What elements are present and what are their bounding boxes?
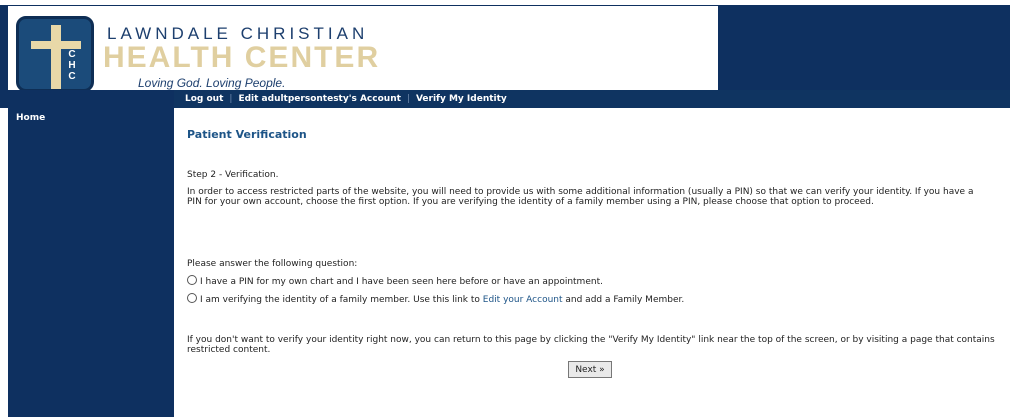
tagline: Loving God. Loving People. [138, 76, 286, 90]
header-logo-area: C H C LAWNDALE CHRISTIAN HEALTH CENTER L… [8, 6, 718, 92]
option-family-suffix: and add a Family Member. [565, 295, 685, 305]
radio-family-member[interactable] [187, 293, 197, 303]
verify-identity-link[interactable]: Verify My Identity [416, 90, 507, 108]
cross-logo: C H C [16, 16, 94, 92]
logout-link[interactable]: Log out [185, 90, 223, 108]
cross-vertical [51, 25, 61, 89]
edit-account-link[interactable]: Edit adultpersontesty's Account [238, 90, 400, 108]
sidebar-item-home[interactable]: Home [16, 113, 45, 123]
step-label: Step 2 - Verification. [187, 170, 279, 180]
footer-note: If you don't want to verify your identit… [187, 335, 995, 355]
nav-left-band [0, 90, 174, 108]
nav-separator: | [406, 94, 410, 104]
sidebar: Home [8, 108, 174, 417]
nav-separator: | [229, 94, 233, 104]
intro-text: In order to access restricted parts of t… [187, 187, 974, 207]
option-own-pin[interactable]: I have a PIN for my own chart and I have… [187, 275, 603, 287]
logo-letters: C H C [67, 49, 77, 82]
question-label: Please answer the following question: [187, 259, 358, 269]
cross-horizontal [31, 41, 81, 49]
edit-account-inline-link[interactable]: Edit your Account [483, 295, 563, 305]
page-title: Patient Verification [187, 128, 307, 141]
option-own-pin-label: I have a PIN for my own chart and I have… [200, 277, 603, 287]
org-name-line2: HEALTH CENTER [103, 41, 381, 74]
left-gap [0, 108, 8, 417]
logo-letter-c1: C [68, 49, 76, 60]
next-button[interactable]: Next » [568, 361, 612, 378]
logo-letter-c2: C [68, 71, 76, 82]
option-family-prefix: I am verifying the identity of a family … [200, 295, 480, 305]
top-nav: Log out | Edit adultpersontesty's Account |… [174, 90, 1010, 108]
radio-own-pin[interactable] [187, 275, 197, 285]
option-family-member[interactable]: I am verifying the identity of a family … [187, 293, 684, 305]
page: C H C LAWNDALE CHRISTIAN HEALTH CENTER L… [0, 0, 1010, 417]
logo-letter-h: H [68, 60, 76, 71]
